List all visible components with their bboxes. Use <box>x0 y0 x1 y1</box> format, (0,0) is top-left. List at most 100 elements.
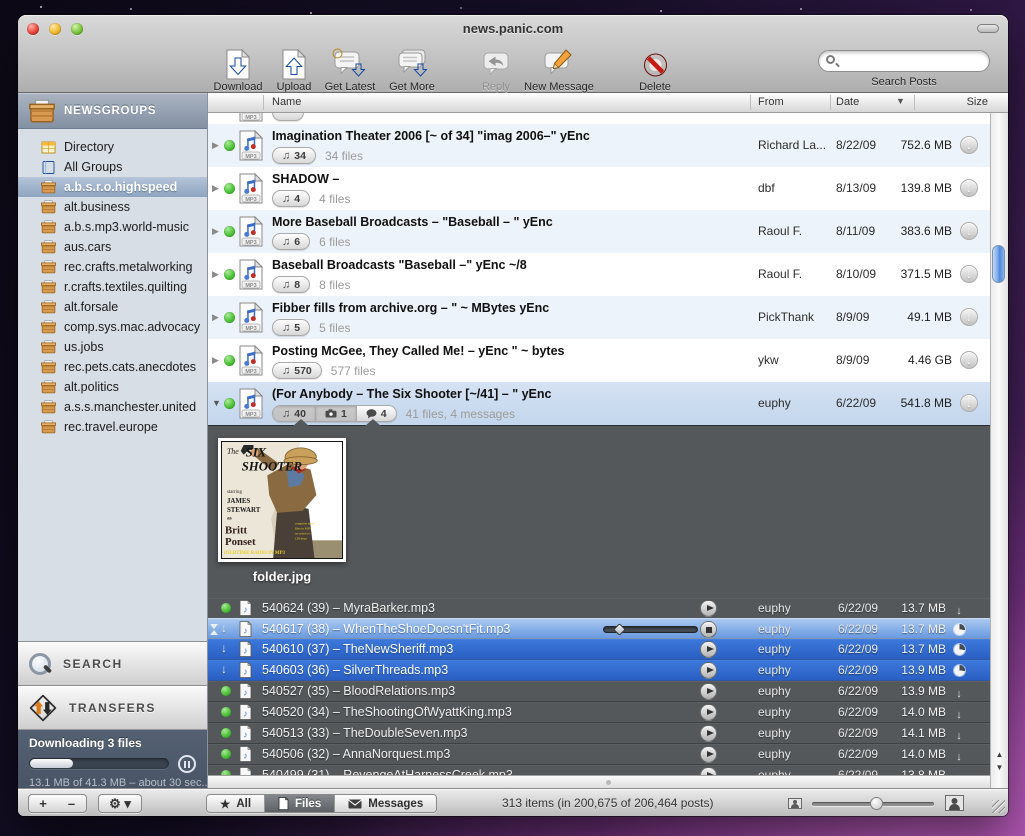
newsgroup-crate-icon <box>41 300 56 314</box>
file-count: 34 files <box>325 149 363 163</box>
mp3-file-row[interactable]: 540506 (32) – AnnaNorquest.mp3 euphy 6/2… <box>208 744 990 765</box>
search-input[interactable] <box>818 50 990 72</box>
disclosure-triangle-icon[interactable]: ▶ <box>212 226 219 237</box>
post-from: PickThank <box>758 310 814 324</box>
toolbar-toggle-button[interactable] <box>977 24 999 33</box>
filter-all-tab[interactable]: ★ All <box>207 795 264 812</box>
newsgroups-section-header[interactable]: NEWSGROUPS <box>18 93 207 129</box>
play-button[interactable] <box>700 725 717 742</box>
partially-scrolled-row[interactable] <box>208 113 990 124</box>
newsgroup-crate-icon <box>41 320 56 334</box>
post-row-selected-expanded[interactable]: ▼ (For Anybody – The Six Shooter [~/41] … <box>208 382 990 425</box>
window-chrome: news.panic.com Download Upload Get Lates… <box>18 15 1008 93</box>
pause-transfers-button[interactable] <box>178 755 196 773</box>
post-row[interactable]: ▶ SHADOW – ♫4 4 files dbf 8/13/09 139.8 … <box>208 167 990 210</box>
play-button[interactable] <box>700 641 717 658</box>
newsgroup-crate-icon <box>41 380 56 394</box>
image-files-badge[interactable]: 1 <box>315 406 356 421</box>
play-button[interactable] <box>700 704 717 721</box>
horizontal-scrollbar[interactable] <box>208 775 990 788</box>
download-post-button[interactable]: ↓ <box>960 265 978 283</box>
window-resize-grip[interactable] <box>992 800 1005 813</box>
sidebar-item-directory[interactable]: Directory <box>18 137 207 157</box>
play-button[interactable] <box>700 683 717 700</box>
scrollbar-thumb[interactable] <box>992 245 1005 283</box>
download-post-button[interactable]: ↓ <box>960 136 978 154</box>
column-header-date[interactable]: Date <box>836 96 859 108</box>
vertical-scrollbar[interactable]: ▲ ▼ <box>990 113 1008 788</box>
download-post-button[interactable]: ↓ <box>960 308 978 326</box>
downloading-arrow-icon: ↓ <box>221 621 227 635</box>
sidebar-item-all-groups[interactable]: All Groups <box>18 157 207 177</box>
add-button[interactable]: + <box>28 794 58 813</box>
downloaded-arrow-icon: ↓ <box>956 709 962 721</box>
complete-status-dot <box>224 269 235 280</box>
column-header-name[interactable]: Name <box>272 96 301 108</box>
get-more-button[interactable]: Get More <box>367 45 457 93</box>
sidebar-item-newsgroup[interactable]: alt.business <box>18 197 207 217</box>
sidebar-item-newsgroup[interactable]: a.s.s.manchester.united <box>18 397 207 417</box>
sidebar-item-newsgroup[interactable]: rec.pets.cats.anecdotes <box>18 357 207 377</box>
mp3-file-row-selected[interactable]: ↓ 540603 (36) – SilverThreads.mp3 euphy … <box>208 660 990 681</box>
transfers-status: Downloading 3 files <box>29 736 196 750</box>
slider-thumb[interactable] <box>613 623 626 636</box>
downloading-arrow-icon: ↓ <box>221 662 227 676</box>
sidebar-item-newsgroup[interactable]: a.b.s.mp3.world-music <box>18 217 207 237</box>
post-row[interactable]: ▶ Baseball Broadcasts "Baseball –" yEnc … <box>208 253 990 296</box>
image-thumbnail[interactable]: The SIX SHOOTER starring JAMES STEWART a… <box>218 438 346 562</box>
slider-thumb[interactable] <box>870 797 883 810</box>
delete-button[interactable]: Delete <box>610 45 700 93</box>
post-row[interactable]: ▶ More Baseball Broadcasts – "Baseball –… <box>208 210 990 253</box>
all-groups-icon <box>41 160 56 175</box>
mp3-file-row-selected[interactable]: ↓ 540610 (37) – TheNewSheriff.mp3 euphy … <box>208 639 990 660</box>
disclosure-triangle-icon[interactable]: ▼ <box>212 398 221 408</box>
disclosure-triangle-icon[interactable]: ▶ <box>212 183 219 194</box>
sidebar-item-newsgroup[interactable]: a.b.s.r.o.highspeed <box>18 177 207 197</box>
mp3-file-row[interactable]: 540520 (34) – TheShootingOfWyattKing.mp3… <box>208 702 990 723</box>
play-button[interactable] <box>700 746 717 763</box>
column-header-size[interactable]: Size <box>967 96 988 108</box>
disclosure-triangle-icon[interactable]: ▶ <box>212 355 219 366</box>
star-field <box>40 6 42 8</box>
post-row[interactable]: ▶ Fibber fills from archive.org – " ~ MB… <box>208 296 990 339</box>
column-header-from[interactable]: From <box>758 96 784 108</box>
download-post-button[interactable]: ↓ <box>960 222 978 240</box>
post-row[interactable]: ▶ Imagination Theater 2006 [~ of 34] "im… <box>208 124 990 167</box>
remove-button[interactable]: – <box>57 794 87 813</box>
play-button[interactable] <box>700 662 717 679</box>
download-post-button[interactable]: ↓ <box>960 179 978 197</box>
sidebar-item-newsgroup[interactable]: alt.forsale <box>18 297 207 317</box>
sidebar-item-newsgroup[interactable]: alt.politics <box>18 377 207 397</box>
sidebar-item-newsgroup[interactable]: r.crafts.textiles.quilting <box>18 277 207 297</box>
scroll-up-arrow[interactable]: ▲ <box>991 748 1008 761</box>
sidebar-item-newsgroup[interactable]: rec.crafts.metalworking <box>18 257 207 277</box>
scroll-down-arrow[interactable]: ▼ <box>991 761 1008 774</box>
newsgroup-crate-icon <box>41 420 56 434</box>
disclosure-triangle-icon[interactable]: ▶ <box>212 140 219 151</box>
sidebar-item-newsgroup[interactable]: rec.travel.europe <box>18 417 207 437</box>
music-note-icon: ♫ <box>282 322 290 334</box>
download-post-button[interactable]: ↓ <box>960 394 978 412</box>
stop-button[interactable] <box>700 621 717 638</box>
filter-messages-tab[interactable]: Messages <box>334 795 436 812</box>
play-button[interactable] <box>700 600 717 617</box>
action-gear-button[interactable]: ⚙ ▾ <box>98 794 142 813</box>
audio-file-icon <box>239 683 252 699</box>
playback-position-slider[interactable] <box>603 626 698 633</box>
mp3-file-row[interactable]: 540527 (35) – BloodRelations.mp3 euphy 6… <box>208 681 990 702</box>
sidebar-item-newsgroup[interactable]: comp.sys.mac.advocacy <box>18 317 207 337</box>
mp3-file-row[interactable]: 540624 (39) – MyraBarker.mp3 euphy 6/22/… <box>208 598 990 619</box>
filter-files-tab[interactable]: Files <box>264 795 334 812</box>
disclosure-triangle-icon[interactable]: ▶ <box>212 312 219 323</box>
new-message-button[interactable]: New Message <box>514 45 604 93</box>
transfers-section-header[interactable]: TRANSFERS <box>18 686 207 730</box>
download-post-button[interactable]: ↓ <box>960 351 978 369</box>
thumbnail-size-slider[interactable] <box>812 802 934 806</box>
post-row[interactable]: ▶ Posting McGee, They Called Me! – yEnc … <box>208 339 990 382</box>
disclosure-triangle-icon[interactable]: ▶ <box>212 269 219 280</box>
search-section-header[interactable]: SEARCH <box>18 642 207 686</box>
sidebar-item-newsgroup[interactable]: aus.cars <box>18 237 207 257</box>
mp3-file-row[interactable]: 540513 (33) – TheDoubleSeven.mp3 euphy 6… <box>208 723 990 744</box>
mp3-file-row-playing[interactable]: ↓ 540617 (38) – WhenTheShoeDoesn'tFit.mp… <box>208 618 990 639</box>
sidebar-item-newsgroup[interactable]: us.jobs <box>18 337 207 357</box>
